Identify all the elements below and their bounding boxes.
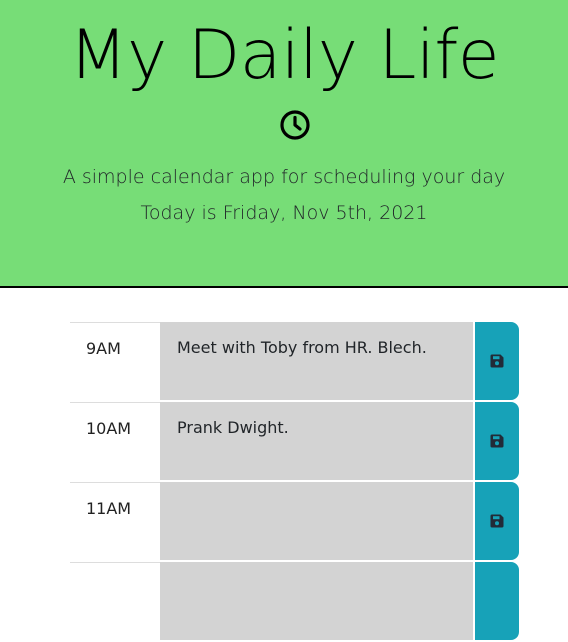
time-block <box>70 562 519 640</box>
page-title: My Daily Life <box>68 16 500 95</box>
hour-label: 11AM <box>70 482 160 560</box>
event-description-input[interactable]: Meet with Toby from HR. Blech. <box>160 322 474 400</box>
save-icon <box>490 354 504 368</box>
save-button[interactable] <box>475 482 519 560</box>
clock-icon <box>280 110 310 140</box>
time-block: 11AM <box>70 482 519 560</box>
save-icon <box>490 514 504 528</box>
event-description-input[interactable]: Prank Dwight. <box>160 402 474 480</box>
hour-label: 10AM <box>70 402 160 480</box>
save-button[interactable] <box>475 562 519 640</box>
event-description-input[interactable] <box>160 562 474 640</box>
tagline: A simple calendar app for scheduling you… <box>62 166 506 188</box>
current-day: Today is Friday, Nov 5th, 2021 <box>140 202 428 224</box>
hour-label: 9AM <box>70 322 160 400</box>
save-button[interactable] <box>475 402 519 480</box>
planner: 9AM Meet with Toby from HR. Blech. 10AM … <box>70 322 519 642</box>
time-block: 9AM Meet with Toby from HR. Blech. <box>70 322 519 400</box>
event-description-input[interactable] <box>160 482 474 560</box>
header: My Daily Life A simple calendar app for … <box>0 0 568 288</box>
save-button[interactable] <box>475 322 519 400</box>
hour-label <box>70 562 160 640</box>
save-icon <box>490 434 504 448</box>
time-block: 10AM Prank Dwight. <box>70 402 519 480</box>
